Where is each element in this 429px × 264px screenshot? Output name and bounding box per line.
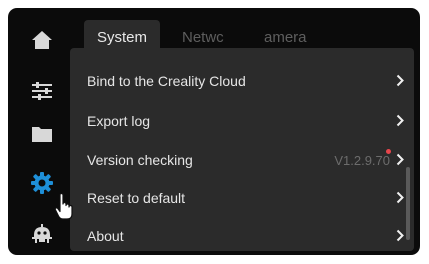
hand-pointer-icon (54, 193, 73, 220)
version-value: V1.2.9.70 (334, 152, 390, 168)
row-version-checking[interactable]: Version checking V1.2.9.70 (70, 141, 408, 179)
row-bind-cloud[interactable]: Bind to the Creality Cloud (70, 62, 408, 100)
chevron-right-icon (396, 191, 404, 204)
printer-screen: System Netwc amera Bind to the Creality … (8, 8, 420, 255)
row-label: Export log (87, 113, 151, 129)
folder-icon (31, 125, 53, 143)
row-reset-default[interactable]: Reset to default (70, 179, 408, 217)
settings-panel: Bind to the Creality Cloud Export log Ve… (70, 48, 414, 251)
row-label: Version checking (87, 152, 193, 168)
sidebar-item-home[interactable] (20, 18, 64, 62)
row-about[interactable]: About (70, 217, 408, 251)
row-label: Reset to default (87, 190, 186, 206)
chevron-right-icon (396, 74, 404, 87)
gear-icon (30, 171, 54, 195)
chevron-right-icon (396, 229, 404, 242)
row-label: About (87, 228, 124, 244)
update-badge (386, 149, 391, 154)
row-export-log[interactable]: Export log (70, 102, 408, 140)
robot-icon (31, 224, 53, 244)
row-label: Bind to the Creality Cloud (87, 73, 246, 89)
sliders-icon (31, 81, 53, 101)
chevron-right-icon (396, 114, 404, 127)
home-icon (31, 30, 53, 50)
chevron-right-icon (396, 153, 404, 166)
scrollbar[interactable] (406, 167, 410, 240)
sidebar-item-files[interactable] (20, 112, 64, 156)
sidebar-item-controls[interactable] (20, 69, 64, 113)
